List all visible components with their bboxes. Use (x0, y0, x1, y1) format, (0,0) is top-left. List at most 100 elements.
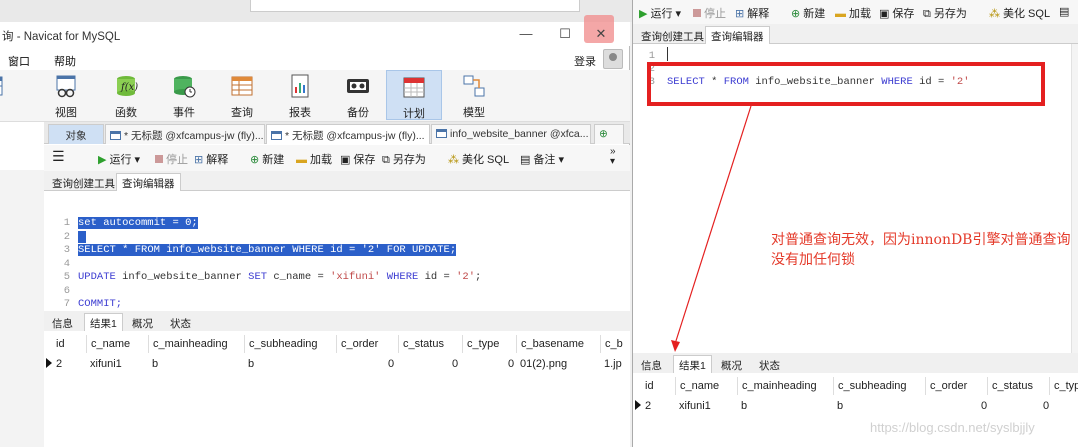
sql-line-7: COMMIT; (78, 298, 123, 310)
table-cell[interactable]: xifuni1 (675, 397, 715, 415)
column-header[interactable]: c_typ (1049, 377, 1078, 395)
column-header[interactable]: id (52, 335, 69, 353)
sql-keyword: SET (248, 271, 268, 283)
minimize-icon[interactable]: — (517, 26, 535, 41)
sql-text: ; (475, 271, 482, 283)
table-cell[interactable]: 0 (384, 355, 398, 373)
tab-untitled-query-2[interactable]: * 无标题 @xfcampus-jw (fly)... (266, 124, 430, 144)
new-button[interactable]: ⊕ 新建 (250, 151, 284, 167)
line-number: 7 (63, 298, 70, 310)
ribbon-query-button[interactable]: 查询 (214, 70, 270, 120)
column-header[interactable]: c_name (675, 377, 723, 395)
model-icon (463, 75, 485, 97)
column-header[interactable]: c_order (336, 335, 382, 353)
table-cell[interactable]: b (737, 397, 751, 415)
tab-profile[interactable]: 概况 (715, 355, 748, 373)
comment-button[interactable]: ▤ 备注 ▾ (520, 151, 564, 167)
stop-button[interactable]: 停止 (155, 151, 188, 167)
table-cell[interactable]: b (833, 397, 847, 415)
column-header[interactable]: c_status (398, 335, 448, 353)
ribbon-view-button[interactable]: 视图 (38, 70, 94, 120)
table-cell[interactable]: b (148, 355, 162, 373)
tab-info[interactable]: 信息 (46, 313, 79, 331)
column-header[interactable]: c_b (600, 335, 627, 353)
explain-label: 解释 (206, 154, 229, 166)
magic-wand-icon: ⁂ (448, 154, 459, 166)
column-header[interactable]: c_type (462, 335, 503, 353)
line-number: 4 (63, 258, 70, 270)
menu-help[interactable]: 帮助 (54, 53, 76, 69)
column-header[interactable]: c_mainheading (737, 377, 821, 395)
ribbon-label: 查询 (231, 107, 253, 119)
table-cell[interactable]: xifuni1 (86, 355, 126, 373)
table-cell[interactable]: 01(2).png (516, 355, 571, 373)
folder-icon: ▬ (296, 154, 307, 166)
sql-text: id = (418, 271, 457, 283)
explain-button[interactable]: ⊞ 解释 (194, 151, 228, 167)
column-header[interactable]: c_subheading (244, 335, 322, 353)
tab-status[interactable]: 状态 (164, 313, 197, 331)
scrollbar[interactable] (1071, 44, 1078, 354)
tab-info[interactable]: 信息 (635, 355, 668, 373)
maximize-icon[interactable]: ☐ (556, 26, 574, 42)
run-button[interactable]: ▶ 运行 ▾ (98, 151, 140, 167)
beautify-sql-button[interactable]: ⁂ 美化 SQL (448, 151, 509, 167)
sql-editor[interactable]: 1 2 3 4 5 6 7 set autocommit = 0; SELECT… (44, 191, 630, 311)
result-grid[interactable]: id c_name c_mainheading c_subheading c_o… (44, 331, 630, 447)
title-bar: 询 - Navicat for MySQL — ☐ ✕ (0, 15, 630, 46)
tab-info-website-banner[interactable]: info_website_banner @xfca... (431, 124, 591, 144)
query-tab-icon (110, 131, 121, 140)
close-icon[interactable]: ✕ (592, 26, 610, 42)
tab-profile[interactable]: 概况 (126, 313, 159, 331)
menu-window[interactable]: 窗口 (8, 53, 30, 69)
column-header[interactable]: c_mainheading (148, 335, 232, 353)
column-header[interactable]: c_status (987, 377, 1037, 395)
column-header[interactable]: c_name (86, 335, 134, 353)
table-cell[interactable]: b (244, 355, 258, 373)
ribbon-function-button[interactable]: f(x) 函数 (98, 70, 154, 120)
ribbon-model-button[interactable]: 模型 (446, 70, 502, 120)
hamburger-menu-icon[interactable]: ☰ (52, 148, 65, 165)
table-cell[interactable]: 1.jp (600, 355, 626, 373)
table-cell[interactable]: 0 (977, 397, 991, 415)
ribbon-event-button[interactable]: 事件 (156, 70, 212, 120)
document-tabs: 对象 * 无标题 @xfcampus-jw (fly)... * 无标题 @xf… (44, 122, 630, 144)
event-icon (174, 76, 196, 98)
new-query-icon: ⊕ (599, 128, 608, 140)
ribbon-schedule-button[interactable]: 计划 (386, 70, 442, 120)
load-button[interactable]: ▬ 加载 (296, 151, 332, 167)
ribbon-label: 事件 (173, 107, 195, 119)
menu-bar: 窗口 帮助 登录 (0, 49, 630, 70)
tab-result1[interactable]: 结果1 (673, 355, 712, 373)
column-header[interactable]: c_order (925, 377, 971, 395)
result-tabs: 信息 结果1 概况 状态 (44, 311, 630, 331)
tab-status[interactable]: 状态 (753, 355, 786, 373)
result-grid[interactable]: id c_name c_mainheading c_subheading c_o… (633, 373, 1078, 447)
save-button[interactable]: ▣ 保存 (340, 151, 375, 167)
svg-text:f(x): f(x) (120, 82, 138, 93)
navicat-window-right: ▶ 运行 ▾ 停止 ⊞ 解释 ⊕ 新建 ▬ 加载 ▣ 保存 ⧉ 另存为 ⁂ 美化 SQL ▤ … (632, 0, 1078, 447)
ribbon-table-button[interactable]: 表 (0, 70, 20, 120)
tab-new-query[interactable]: ⊕ (594, 124, 624, 144)
tab-result1[interactable]: 结果1 (84, 313, 123, 331)
tab-objects[interactable]: 对象 (48, 124, 104, 144)
avatar[interactable] (603, 49, 623, 69)
column-header[interactable]: c_subheading (833, 377, 911, 395)
tab-label: * 无标题 @xfcampus-jw (fly)... (124, 130, 264, 142)
table-cell[interactable]: 2 (52, 355, 66, 373)
table-cell[interactable]: 2 (641, 397, 655, 415)
tab-query-editor[interactable]: 查询编辑器 (116, 173, 181, 191)
tab-query-builder[interactable]: 查询创建工具 (46, 173, 121, 191)
toolbar-overflow-icon[interactable]: » ▾ (610, 147, 616, 167)
table-cell[interactable]: 0 (448, 355, 462, 373)
ribbon-backup-button[interactable]: 备份 (330, 70, 386, 120)
save-as-button[interactable]: ⧉ 另存为 (382, 151, 426, 167)
result-tabs: 信息 结果1 概况 状态 (633, 353, 1078, 373)
view-icon (56, 75, 76, 98)
ribbon-report-button[interactable]: 报表 (272, 70, 328, 120)
tab-untitled-query-1[interactable]: * 无标题 @xfcampus-jw (fly)... (105, 124, 265, 144)
table-cell[interactable]: 0 (1039, 397, 1053, 415)
column-header[interactable]: c_basename (516, 335, 588, 353)
column-header[interactable]: id (641, 377, 658, 395)
login-link[interactable]: 登录 (574, 53, 596, 69)
